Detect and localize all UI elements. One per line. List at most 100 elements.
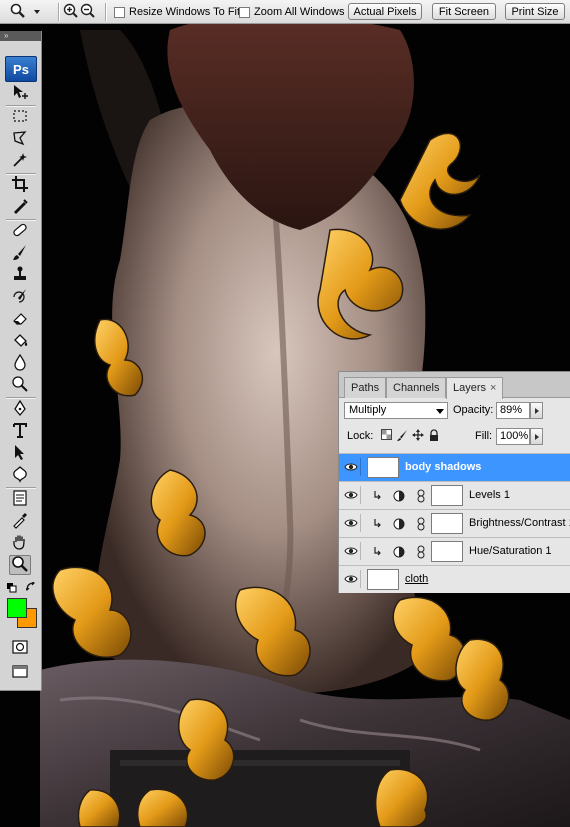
layer-mask-thumbnail[interactable] [431,541,463,562]
dodge-tool[interactable] [9,375,31,395]
checkerboard-icon [380,429,392,443]
eraser-tool[interactable] [9,309,31,329]
ps-logo[interactable]: Ps [5,56,37,82]
history-brush-tool[interactable] [9,287,31,307]
visibility-eye-icon[interactable] [342,542,361,560]
visibility-eye-icon[interactable] [342,486,361,504]
chain-link-icon[interactable] [417,489,425,506]
layer-thumbnail[interactable] [367,569,399,590]
visibility-eye-icon[interactable] [342,570,361,588]
zoom-all-windows-checkbox[interactable]: Zoom All Windows [239,5,344,19]
dodge-icon [11,375,29,396]
toolbar-divider [58,3,60,21]
paint-bucket-tool[interactable] [9,331,31,351]
layer-mask-thumbnail[interactable] [431,513,463,534]
zoom-in-icon [63,3,79,23]
marquee-tool[interactable] [9,107,31,127]
lock-position-button[interactable] [411,428,425,443]
close-icon[interactable]: × [490,382,496,394]
crop-icon [11,175,29,196]
crop-tool[interactable] [9,175,31,195]
resize-windows-checkbox[interactable]: Resize Windows To Fit [114,5,240,19]
magic-wand-tool[interactable] [9,151,31,171]
lock-all-button[interactable] [427,428,441,444]
stamp-icon [11,265,29,286]
checkbox-box[interactable] [114,6,125,18]
notes-tool[interactable] [9,489,31,509]
opacity-slider-button[interactable] [530,402,543,419]
layer-mask-thumbnail[interactable] [431,485,463,506]
tab-layers[interactable]: Layers × [446,377,504,399]
collapse-panel-icon[interactable]: » [4,31,8,40]
zoom-tool-preset-picker[interactable] [4,3,44,20]
path-selection-tool[interactable] [9,443,31,463]
brush-tool[interactable] [9,243,31,263]
fill-slider-button[interactable] [530,428,543,445]
checkbox-box[interactable] [239,6,250,18]
default-colors-icon[interactable] [7,583,17,596]
pen-icon [11,399,29,420]
opacity-input[interactable]: 89% [496,402,530,419]
arrow-cursor-icon [11,443,29,464]
visibility-eye-icon[interactable] [342,514,361,532]
foreground-color-swatch[interactable] [7,598,27,618]
layer-row[interactable]: body shadows [339,453,570,481]
eyedropper-slice-tool[interactable] [9,197,31,217]
toolbar-divider [105,3,107,21]
visibility-eye-icon[interactable] [342,458,361,476]
zoom-tool[interactable] [9,555,31,575]
layer-name: Brightness/Contrast 1 [469,517,570,529]
layer-name: Levels 1 [469,489,510,501]
options-bar: Resize Windows To Fit Zoom All Windows A… [0,0,570,24]
lock-icon [429,428,439,444]
blur-tool[interactable] [9,353,31,373]
screen-mode-icon [11,663,29,682]
tab-channels-label: Channels [393,382,440,394]
clipping-arrow-icon [373,490,382,503]
move-tool[interactable] [9,83,31,103]
magnifier-icon [11,555,29,576]
layer-row[interactable]: Hue/Saturation 1 [339,537,570,565]
layer-row[interactable]: cloth [339,565,570,593]
lock-transparent-pixels-button[interactable] [379,429,393,443]
tab-paths[interactable]: Paths [344,377,387,398]
hand-tool[interactable] [9,533,31,553]
eyedropper-icon [11,511,29,532]
lock-image-pixels-button[interactable] [395,429,409,443]
actual-pixels-button[interactable]: Actual Pixels [348,3,422,20]
fill-input[interactable]: 100% [496,428,530,445]
tools-panel-header[interactable]: » [0,31,41,41]
layer-row[interactable]: Brightness/Contrast 1 [339,509,570,537]
blend-mode-select[interactable]: Multiply [344,402,448,419]
zoom-in-button[interactable] [63,3,79,20]
zoom-out-icon [80,3,96,23]
type-tool[interactable] [9,421,31,441]
marquee-icon [11,107,29,128]
clipping-arrow-icon [373,518,382,531]
layer-thumbnail[interactable] [367,457,399,478]
healing-brush-tool[interactable] [9,221,31,241]
layer-row[interactable]: Levels 1 [339,481,570,509]
panel-tab-bar: Paths Channels Layers × [339,372,570,399]
eyedropper-tool[interactable] [9,511,31,531]
clone-stamp-tool[interactable] [9,265,31,285]
fit-screen-button[interactable]: Fit Screen [432,3,496,20]
zoom-out-button[interactable] [80,3,96,20]
chain-link-icon[interactable] [417,545,425,562]
fill-label: Fill: [475,430,493,442]
quick-mask-button[interactable] [9,638,31,658]
pen-tool[interactable] [9,399,31,419]
screen-mode-button[interactable] [9,662,31,682]
tab-channels[interactable]: Channels [386,377,447,398]
lasso-tool[interactable] [9,129,31,149]
print-size-button[interactable]: Print Size [505,3,565,20]
shape-icon [11,465,29,486]
swap-colors-icon[interactable] [24,580,36,595]
blend-mode-value: Multiply [349,404,387,416]
custom-shape-tool[interactable] [9,465,31,485]
chain-link-icon[interactable] [417,517,425,534]
notes-icon [11,489,29,510]
magic-wand-icon [11,151,29,172]
chevron-down-icon [34,10,40,14]
adjustment-layer-icon [393,546,405,561]
